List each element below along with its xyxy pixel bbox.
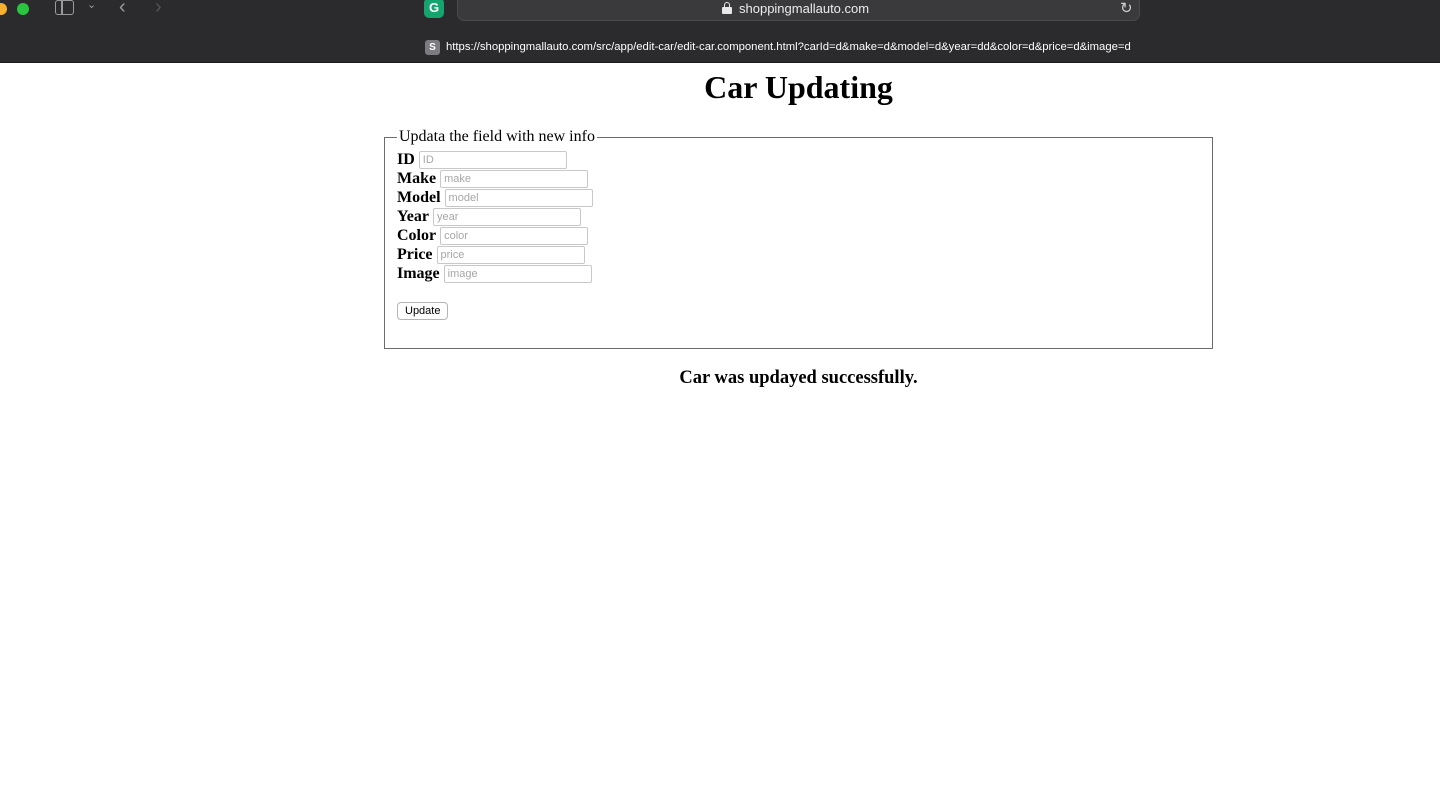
sidebar-toggle-icon[interactable] (55, 0, 74, 15)
browser-toolbar: ⌄ ‹ › G shoppingmallauto.com ↻ S https:/… (0, 0, 1440, 63)
forward-arrow-icon[interactable]: › (155, 0, 162, 19)
address-domain[interactable]: shoppingmallauto.com (739, 1, 869, 16)
field-row-id: ID (397, 150, 1200, 169)
year-label: Year (397, 207, 429, 225)
site-favicon-icon: S (425, 40, 440, 55)
make-input[interactable] (440, 169, 589, 188)
field-row-year: Year (397, 207, 1200, 226)
back-arrow-icon[interactable]: ‹ (119, 0, 126, 19)
field-row-color: Color (397, 226, 1200, 245)
color-input[interactable] (440, 226, 589, 245)
update-button[interactable]: Update (397, 302, 449, 320)
form-legend: Updata the field with new info (399, 128, 595, 145)
id-label: ID (397, 150, 415, 168)
status-message: Car was updayed successfully. (679, 368, 918, 388)
price-label: Price (397, 245, 433, 263)
model-label: Model (397, 188, 441, 206)
field-row-image: Image (397, 264, 1200, 283)
field-row-price: Price (397, 245, 1200, 264)
color-label: Color (397, 226, 437, 244)
minimize-window-button[interactable] (0, 3, 7, 15)
field-row-make: Make (397, 169, 1200, 188)
field-row-model: Model (397, 188, 1200, 207)
price-input[interactable] (436, 245, 585, 264)
make-label: Make (397, 169, 437, 187)
lock-icon (722, 2, 732, 14)
year-input[interactable] (432, 207, 581, 226)
page-title: Car Updating (704, 69, 893, 105)
image-label: Image (397, 264, 440, 282)
url-preview[interactable]: https://shoppingmallauto.com/src/app/edi… (446, 41, 1131, 53)
chevron-down-icon[interactable]: ⌄ (87, 0, 96, 11)
image-input[interactable] (443, 264, 592, 283)
zoom-window-button[interactable] (17, 3, 29, 15)
reload-icon[interactable]: ↻ (1120, 0, 1133, 17)
car-update-form: Updata the field with new info ID Make M… (384, 128, 1213, 349)
grammarly-extension-icon[interactable]: G (424, 0, 444, 18)
id-input[interactable] (418, 150, 567, 169)
model-input[interactable] (444, 188, 593, 207)
